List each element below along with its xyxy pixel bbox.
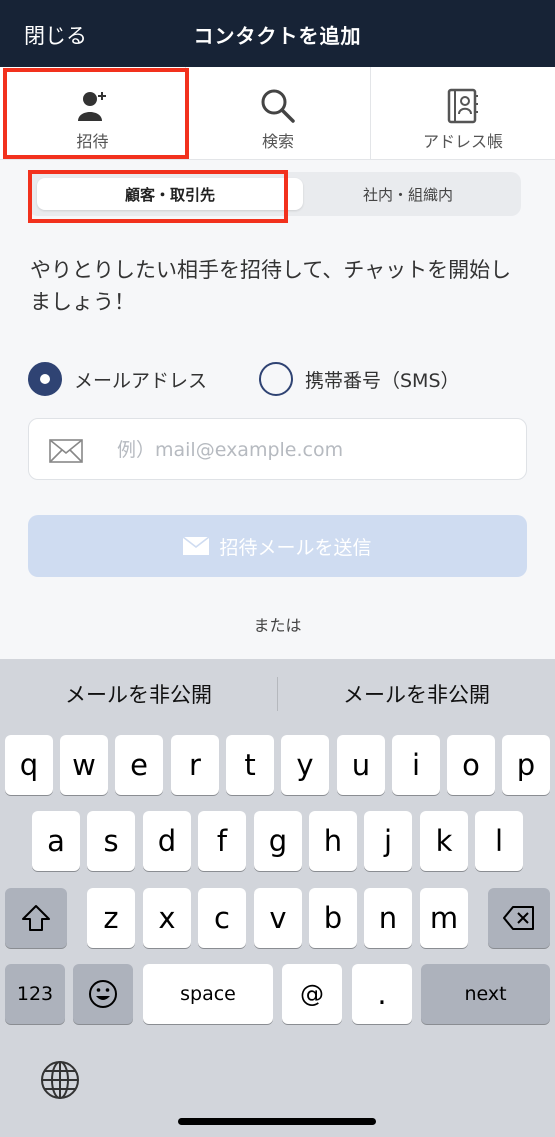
key-a[interactable]: a <box>32 811 80 871</box>
key-y[interactable]: y <box>281 735 329 795</box>
tab-address-book[interactable]: アドレス帳 <box>370 67 555 160</box>
emoji-icon <box>89 980 117 1008</box>
radio-sms-label: 携帯番号（SMS） <box>305 369 460 392</box>
key-c[interactable]: c <box>198 888 246 948</box>
radio-email-label: メールアドレス <box>74 369 208 392</box>
key-q[interactable]: q <box>5 735 53 795</box>
home-indicator <box>178 1118 376 1125</box>
key-i[interactable]: i <box>392 735 440 795</box>
radio-email-circle[interactable] <box>28 362 62 396</box>
key-z[interactable]: z <box>87 888 135 948</box>
send-invite-label: 招待メールを送信 <box>219 536 372 559</box>
or-label: または <box>253 616 302 635</box>
shift-icon <box>22 905 50 931</box>
segment-internal[interactable]: 社内・組織内 <box>303 178 513 210</box>
key-b[interactable]: b <box>309 888 357 948</box>
invite-description: やりとりしたい相手を招待して、チャットを開始しましょう！ <box>30 258 512 314</box>
next-key[interactable]: next <box>421 964 550 1024</box>
key-l[interactable]: l <box>475 811 523 871</box>
tab-address-book-label: アドレス帳 <box>422 132 503 151</box>
shift-key[interactable] <box>5 888 67 948</box>
backspace-icon <box>503 906 534 930</box>
globe-icon <box>41 1061 79 1099</box>
key-g[interactable]: g <box>254 811 302 871</box>
suggestion-1[interactable]: メールを非公開 <box>0 679 277 709</box>
highlight-invite-tab <box>3 68 189 159</box>
mail-icon <box>183 537 210 555</box>
at-key[interactable]: @ <box>282 964 342 1024</box>
key-o[interactable]: o <box>447 735 495 795</box>
mail-icon <box>49 439 83 463</box>
key-x[interactable]: x <box>143 888 191 948</box>
radio-sms-circle[interactable] <box>259 362 293 396</box>
page-title: コンタクトを追加 <box>193 24 362 48</box>
key-k[interactable]: k <box>420 811 468 871</box>
delete-key[interactable] <box>488 888 550 948</box>
email-field[interactable] <box>28 418 527 480</box>
key-e[interactable]: e <box>115 735 163 795</box>
key-u[interactable]: u <box>337 735 385 795</box>
key-d[interactable]: d <box>143 811 191 871</box>
key-t[interactable]: t <box>226 735 274 795</box>
key-p[interactable]: p <box>502 735 550 795</box>
emoji-key[interactable] <box>73 964 133 1024</box>
address-book-icon <box>447 88 478 124</box>
radio-sms[interactable]: 携帯番号（SMS） <box>259 360 460 398</box>
key-w[interactable]: w <box>60 735 108 795</box>
suggestion-2[interactable]: メールを非公開 <box>278 679 555 709</box>
globe-key[interactable] <box>40 1060 80 1104</box>
key-n[interactable]: n <box>364 888 412 948</box>
key-j[interactable]: j <box>364 811 412 871</box>
key-h[interactable]: h <box>309 811 357 871</box>
key-v[interactable]: v <box>254 888 302 948</box>
search-icon <box>261 89 295 123</box>
keyboard-suggestions: メールを非公開 メールを非公開 <box>0 659 555 731</box>
key-f[interactable]: f <box>198 811 246 871</box>
key-s[interactable]: s <box>87 811 135 871</box>
email-input[interactable] <box>117 433 507 467</box>
tab-search[interactable]: 検索 <box>185 67 370 160</box>
key-r[interactable]: r <box>171 735 219 795</box>
dot-key[interactable]: . <box>352 964 412 1024</box>
highlight-customers-segment <box>28 170 288 223</box>
tab-search-label: 検索 <box>261 132 294 151</box>
radio-email[interactable]: メールアドレス <box>28 360 207 398</box>
numbers-key[interactable]: 123 <box>5 964 65 1024</box>
navigation-bar: 閉じる コンタクトを追加 <box>0 0 555 67</box>
space-key[interactable]: space <box>143 964 273 1024</box>
key-m[interactable]: m <box>420 888 468 948</box>
send-invite-button[interactable]: 招待メールを送信 <box>28 515 527 577</box>
